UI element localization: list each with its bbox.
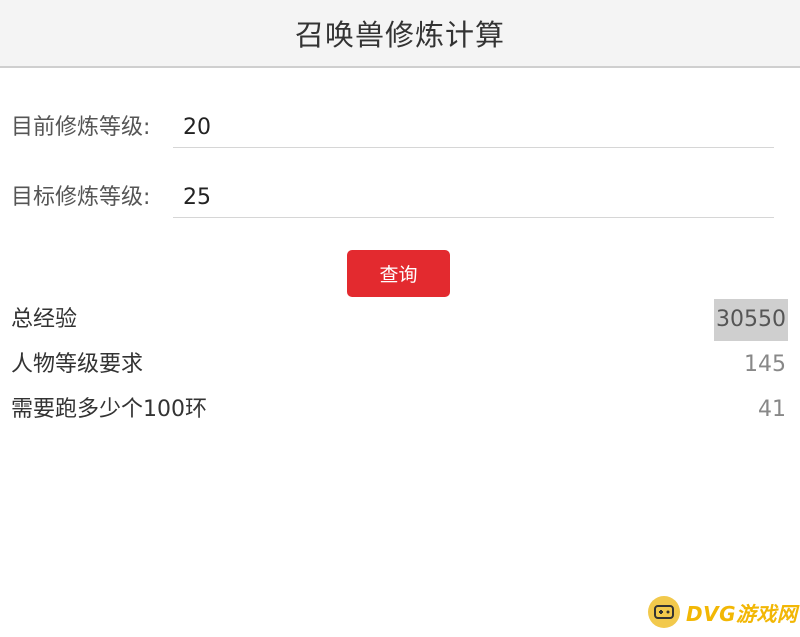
result-label: 总经验 (11, 307, 78, 332)
query-button[interactable]: 查询 (347, 250, 450, 297)
result-label: 人物等级要求 (11, 352, 144, 377)
current-level-field: 目前修炼等级: (11, 108, 774, 148)
result-row-100-rings: 需要跑多少个100环 41 (11, 389, 788, 431)
result-value: 30550 (714, 299, 788, 341)
target-level-input[interactable] (173, 178, 774, 218)
watermark-text: DVG游戏网 (686, 601, 798, 626)
gamepad-icon (648, 596, 680, 628)
result-value: 145 (744, 352, 786, 377)
target-level-field: 目标修炼等级: (11, 178, 774, 218)
target-level-label: 目标修炼等级: (11, 185, 151, 210)
page-header: 召唤兽修炼计算 (0, 0, 800, 68)
result-row-level-requirement: 人物等级要求 145 (11, 344, 788, 386)
current-level-label: 目前修炼等级: (11, 115, 151, 140)
result-row-total-exp: 总经验 30550 (11, 299, 788, 341)
result-label: 需要跑多少个100环 (11, 397, 207, 422)
result-value: 41 (758, 397, 786, 422)
current-level-input[interactable] (173, 108, 774, 148)
page-title: 召唤兽修炼计算 (294, 18, 505, 52)
watermark: DVG游戏网 (648, 592, 798, 632)
